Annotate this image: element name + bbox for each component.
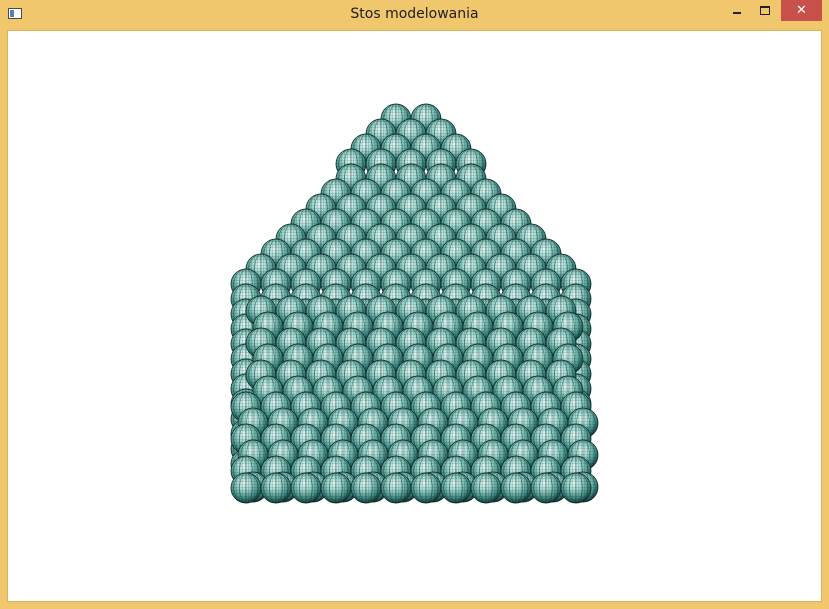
sphere: [440, 472, 472, 504]
3d-scene-canvas[interactable]: [8, 31, 821, 601]
sphere: [380, 472, 412, 504]
sphere-stack: [230, 103, 599, 504]
sphere: [290, 472, 322, 504]
sphere: [500, 472, 532, 504]
sphere: [560, 472, 592, 504]
close-icon: ✕: [796, 3, 807, 18]
render-viewport-area[interactable]: [7, 30, 822, 602]
title-bar[interactable]: Stos modelowania ✕: [0, 0, 829, 30]
sphere: [530, 472, 562, 504]
application-window: Stos modelowania ✕: [0, 0, 829, 609]
sphere: [320, 472, 352, 504]
sphere: [350, 472, 382, 504]
minimize-icon: [733, 11, 741, 14]
sphere: [260, 472, 292, 504]
close-button[interactable]: ✕: [781, 0, 822, 21]
minimize-button[interactable]: [723, 0, 751, 21]
sphere: [410, 472, 442, 504]
sphere: [230, 472, 262, 504]
maximize-icon: [760, 6, 770, 15]
sphere: [470, 472, 502, 504]
maximize-button[interactable]: [751, 0, 779, 21]
window-title: Stos modelowania: [350, 6, 479, 22]
